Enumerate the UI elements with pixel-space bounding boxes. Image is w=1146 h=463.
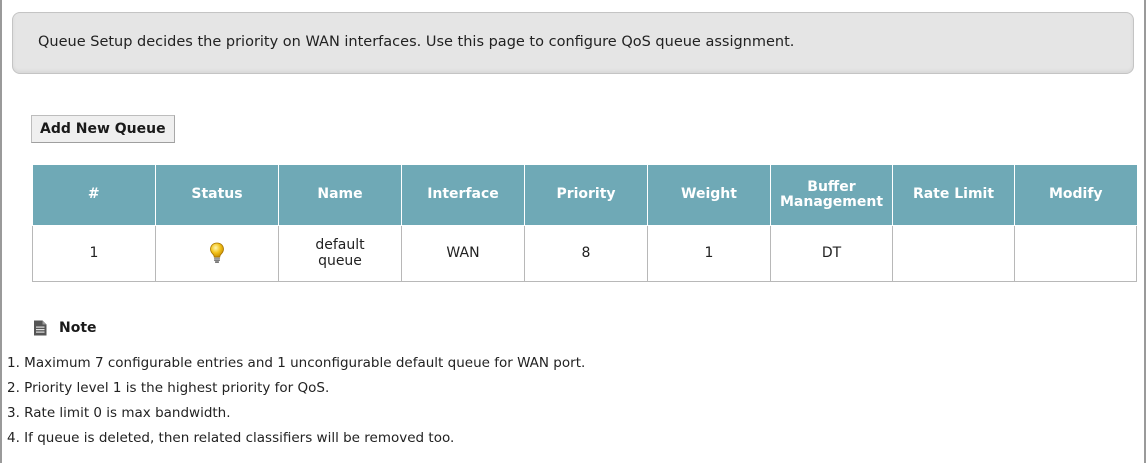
table-row: 1 default queue WAN 8 1 DT	[32, 225, 1137, 282]
add-new-queue-button[interactable]: Add New Queue	[31, 115, 175, 143]
column-header-buffer-management: Buffer Management	[770, 165, 893, 226]
column-header-priority: Priority	[524, 165, 648, 226]
queue-table: # Status Name Interface Priority Weight …	[32, 165, 1137, 282]
note-item: 4. If queue is deleted, then related cla…	[7, 430, 455, 446]
cell-name: default queue	[278, 225, 402, 282]
note-title: Note	[59, 320, 97, 336]
note-item: 2. Priority level 1 is the highest prior…	[7, 380, 330, 396]
column-header-index: #	[32, 165, 156, 226]
note-header: Note	[33, 318, 97, 338]
table-header-row: # Status Name Interface Priority Weight …	[32, 165, 1137, 226]
column-header-weight: Weight	[647, 165, 771, 226]
cell-priority: 8	[524, 225, 648, 282]
column-header-modify: Modify	[1014, 165, 1137, 226]
cell-rate-limit	[892, 225, 1015, 282]
cell-status	[155, 225, 279, 282]
note-list: 1. Maximum 7 configurable entries and 1 …	[7, 351, 585, 451]
intro-text: Queue Setup decides the priority on WAN …	[38, 34, 795, 50]
intro-panel: Queue Setup decides the priority on WAN …	[12, 12, 1134, 74]
column-header-name: Name	[278, 165, 402, 226]
document-icon	[34, 320, 47, 336]
buffer-management-header-label: Buffer Management	[779, 178, 884, 210]
cell-index: 1	[32, 225, 156, 282]
note-item: 1. Maximum 7 configurable entries and 1 …	[7, 355, 586, 371]
cell-interface: WAN	[401, 225, 525, 282]
page-frame: Queue Setup decides the priority on WAN …	[0, 0, 1146, 463]
cell-buffer-management: DT	[770, 225, 893, 282]
column-header-status: Status	[155, 165, 279, 226]
column-header-interface: Interface	[401, 165, 525, 226]
cell-weight: 1	[647, 225, 771, 282]
column-header-rate-limit: Rate Limit	[892, 165, 1015, 226]
cell-modify	[1014, 225, 1137, 282]
queue-name: default queue	[315, 237, 365, 269]
note-item: 3. Rate limit 0 is max bandwidth.	[7, 405, 231, 421]
lightbulb-on-icon[interactable]	[209, 242, 225, 264]
